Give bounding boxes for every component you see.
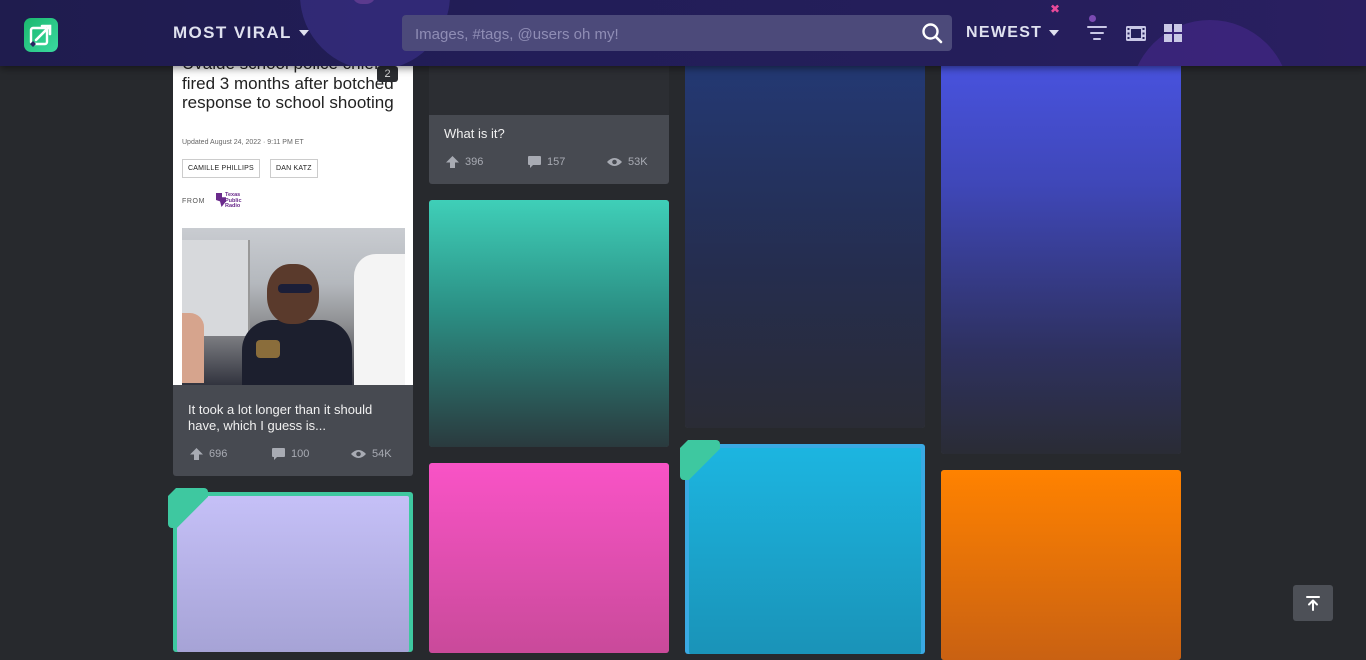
promoted-post-card[interactable] xyxy=(173,492,413,652)
back-to-top-button[interactable] xyxy=(1293,585,1333,621)
post-title: It took a lot longer than it should have… xyxy=(188,402,373,433)
post-title: What is it? xyxy=(444,126,505,141)
upvote-stat[interactable]: 396 xyxy=(446,156,483,168)
post-card[interactable] xyxy=(685,40,925,428)
imgur-logo-icon[interactable] xyxy=(24,18,58,52)
article-author: CAMILLE PHILLIPS xyxy=(182,159,260,178)
chevron-down-icon xyxy=(298,30,309,36)
upvote-count: 696 xyxy=(209,448,228,460)
sort-dropdown[interactable]: MOST VIRAL xyxy=(173,22,309,44)
upvote-icon xyxy=(190,448,203,460)
comment-icon xyxy=(528,156,541,168)
search-input[interactable] xyxy=(413,15,917,53)
search-bar[interactable] xyxy=(402,15,952,53)
views-count: 53K xyxy=(628,156,648,168)
post-card[interactable] xyxy=(941,40,1181,454)
post-card[interactable] xyxy=(429,200,669,447)
comment-stat[interactable]: 157 xyxy=(528,156,565,168)
post-thumbnail[interactable]: Uvalde school police chief fired 3 month… xyxy=(173,60,413,385)
comment-count: 157 xyxy=(547,156,566,168)
sparkle-decoration: ✖ xyxy=(1050,2,1061,16)
article-from-label: FROM xyxy=(182,198,206,205)
post-thumbnail[interactable] xyxy=(689,448,921,654)
post-stats: 396 157 53K xyxy=(444,156,654,170)
header-decoration xyxy=(1130,20,1290,66)
comment-stat[interactable]: 100 xyxy=(272,448,309,460)
article-photo xyxy=(182,228,405,385)
post-thumbnail[interactable] xyxy=(429,463,669,653)
comment-icon xyxy=(272,448,285,460)
upvote-stat[interactable]: 696 xyxy=(190,448,227,460)
comment-count: 100 xyxy=(291,448,310,460)
film-icon[interactable] xyxy=(1125,22,1147,44)
dot-decoration xyxy=(1089,15,1096,22)
grid-icon[interactable] xyxy=(1162,22,1184,44)
search-icon[interactable] xyxy=(921,22,943,44)
promoted-post-card[interactable] xyxy=(685,444,925,654)
sort-dropdown-label: MOST VIRAL xyxy=(173,23,292,42)
views-stat: 53K xyxy=(607,156,648,168)
views-stat: 54K xyxy=(351,448,392,460)
post-thumbnail[interactable] xyxy=(429,200,669,447)
post-stats: 696 100 54K xyxy=(188,448,398,462)
eye-icon xyxy=(607,158,622,166)
post-thumbnail[interactable] xyxy=(941,40,1181,454)
article-updated: Updated August 24, 2022 · 9:11 PM ET xyxy=(182,139,304,146)
post-card[interactable] xyxy=(941,470,1181,660)
upvote-icon xyxy=(446,156,459,168)
order-dropdown[interactable]: NEWEST xyxy=(966,22,1060,44)
post-card[interactable] xyxy=(429,463,669,653)
order-dropdown-label: NEWEST xyxy=(966,24,1043,41)
post-thumbnail[interactable] xyxy=(177,496,409,652)
image-count-badge: 2 xyxy=(377,66,398,82)
chevron-down-icon xyxy=(1049,30,1060,36)
back-to-top-icon xyxy=(1306,596,1320,611)
filter-icon[interactable] xyxy=(1086,22,1108,44)
eye-icon xyxy=(351,450,366,458)
post-card[interactable]: Uvalde school police chief fired 3 month… xyxy=(173,60,413,476)
post-thumbnail[interactable] xyxy=(941,470,1181,660)
article-author: DAN KATZ xyxy=(270,159,318,178)
article-source: Texas Public Radio xyxy=(225,192,242,209)
upvote-count: 396 xyxy=(465,156,484,168)
post-thumbnail[interactable] xyxy=(685,40,925,428)
top-nav-bar: MOST VIRAL NEWEST ✖ xyxy=(0,0,1366,66)
views-count: 54K xyxy=(372,448,392,460)
